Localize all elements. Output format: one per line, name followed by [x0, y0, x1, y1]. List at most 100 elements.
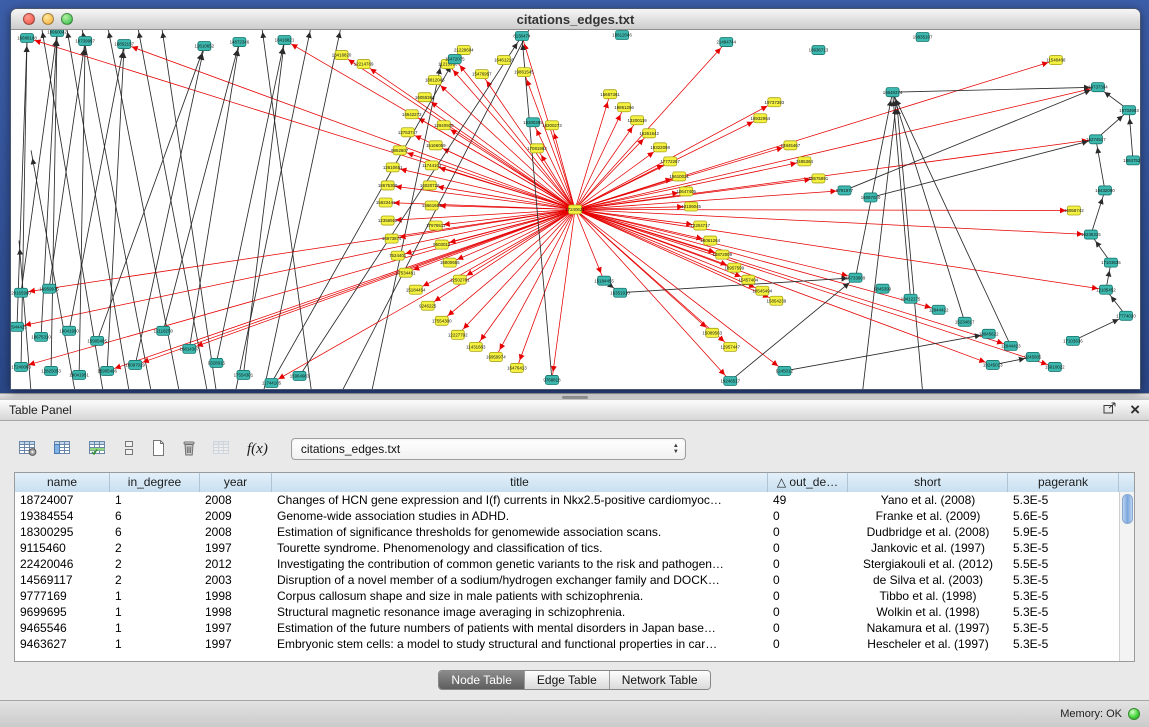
graph-node[interactable]: 9845399	[874, 284, 892, 293]
graph-node[interactable]: 16959974	[486, 352, 506, 361]
graph-node[interactable]: 15905406	[97, 366, 117, 375]
table-row[interactable]: 969969511998Structural magnetic resonanc…	[15, 604, 1119, 620]
vertical-scrollbar[interactable]	[1119, 492, 1134, 661]
graph-node[interactable]: 15089563	[702, 328, 722, 337]
graph-node[interactable]: 17554300	[432, 316, 452, 325]
graph-node[interactable]: 16097030	[861, 193, 881, 202]
graph-node[interactable]: 11744103	[422, 161, 442, 170]
graph-node[interactable]: 18300273	[542, 121, 562, 130]
graph-node[interactable]: 16097029	[125, 360, 145, 369]
graph-node[interactable]: 7524401	[389, 251, 407, 260]
graph-node[interactable]: 18957599	[724, 263, 744, 272]
graph-node[interactable]: 16733609	[846, 273, 866, 282]
graph-node[interactable]: 9862607	[391, 146, 409, 155]
graph-node[interactable]: 16814307	[180, 344, 200, 353]
graph-node[interactable]: 11431683	[466, 342, 486, 351]
create-table-button[interactable]	[146, 437, 170, 462]
graph-node[interactable]: 9246225	[419, 301, 437, 310]
graph-node[interactable]: 15687361	[600, 90, 620, 99]
graph-node[interactable]: 16686108	[17, 34, 37, 43]
graph-node[interactable]: 19861545	[514, 68, 534, 77]
graph-node[interactable]: 16055361	[415, 93, 435, 102]
graph-node[interactable]: 16020726	[420, 181, 440, 190]
graph-node[interactable]: 14845467	[781, 141, 801, 150]
graph-node[interactable]: 12358912	[378, 216, 398, 225]
graph-node[interactable]: 14661663	[422, 201, 442, 210]
graph-node[interactable]: 10739997	[75, 37, 95, 46]
graph-node[interactable]: 18322098	[650, 143, 670, 152]
graph-node[interactable]: 16476413	[507, 363, 527, 372]
graph-node[interactable]: 19734903	[1119, 106, 1139, 115]
column-header-pagerank[interactable]: pagerank	[1008, 473, 1119, 492]
tab-node-table[interactable]: Node Table	[439, 671, 524, 689]
graph-node[interactable]: 17534481	[396, 268, 416, 277]
graph-node[interactable]: 17103635	[1101, 258, 1121, 267]
graph-node[interactable]: 16973874	[382, 234, 402, 243]
graph-node[interactable]: 12214789	[354, 60, 374, 69]
graph-node[interactable]: 19960042	[47, 30, 67, 37]
column-header-short[interactable]: short	[848, 473, 1008, 492]
column-header-name[interactable]: name	[15, 473, 110, 492]
graph-node[interactable]: 18416821	[275, 36, 295, 45]
graph-node[interactable]: 14872346	[230, 38, 250, 47]
graph-node[interactable]: 12610651	[383, 163, 403, 172]
graph-node[interactable]: 17554301	[234, 370, 254, 379]
graph-node[interactable]: 19737394	[1088, 83, 1108, 92]
minimize-window-button[interactable]	[42, 13, 54, 25]
graph-node[interactable]: 19861256	[614, 103, 634, 112]
column-header-in-degree[interactable]: in_degree	[110, 473, 200, 492]
panel-splitter[interactable]	[0, 393, 1149, 400]
graph-node[interactable]: 16236315	[1081, 230, 1101, 239]
float-panel-icon[interactable]	[1103, 401, 1117, 419]
graph-node[interactable]: 19245013	[983, 360, 1003, 369]
graph-node[interactable]: 15964983	[290, 371, 310, 380]
graph-node[interactable]: 12944425	[11, 322, 27, 331]
graph-node[interactable]: 19246517	[720, 376, 740, 385]
select-rows-button[interactable]	[84, 437, 112, 462]
close-panel-icon[interactable]: ×	[1130, 403, 1140, 417]
graph-node[interactable]: 15472075	[445, 55, 465, 64]
table-row[interactable]: 911546021997Tourette syndrome. Phenomeno…	[15, 540, 1119, 556]
graph-node[interactable]: 18852197	[114, 40, 134, 49]
graph-node[interactable]: 15184454	[406, 285, 426, 294]
graph-node[interactable]: 18545494	[753, 286, 773, 295]
graph-node[interactable]: 15800655	[440, 258, 460, 267]
graph-node[interactable]: 19737393	[765, 98, 785, 107]
graph-node[interactable]: 21229604	[454, 46, 474, 55]
graph-node[interactable]: 19041951	[69, 370, 89, 379]
graph-node[interactable]: 12105452	[1096, 285, 1116, 294]
graph-node[interactable]: 19935107	[913, 33, 933, 42]
graph-node[interactable]: 17103636	[1063, 336, 1083, 345]
table-row[interactable]: 1830029562008Estimation of significance …	[15, 524, 1119, 540]
graph-node[interactable]: 16061264	[700, 236, 720, 245]
window-titlebar[interactable]: citations_edges.txt	[11, 9, 1140, 30]
graph-node[interactable]: 12940920	[434, 121, 454, 130]
graph-node[interactable]: 8791977	[836, 186, 854, 195]
graph-node[interactable]: 17240063	[11, 362, 31, 371]
graph-node[interactable]: 12957447	[720, 342, 740, 351]
graph-node[interactable]: 16432090	[1095, 186, 1115, 195]
graph-node[interactable]: 18575891	[809, 174, 829, 183]
graph-node[interactable]: 12944423	[1001, 341, 1021, 350]
graph-node[interactable]: 13200119	[627, 116, 647, 125]
scrollbar-thumb[interactable]	[1122, 494, 1133, 524]
column-header-out-degree[interactable]: △ out_de…	[768, 473, 848, 492]
graph-node[interactable]: 12825053	[41, 366, 61, 375]
graph-node[interactable]: 15905405	[87, 336, 107, 345]
column-header-year[interactable]: year	[200, 473, 272, 492]
tab-network-table[interactable]: Network Table	[609, 671, 710, 689]
graph-node[interactable]: 16261642	[639, 129, 659, 138]
graph-node[interactable]: 16936713	[809, 46, 829, 55]
table-settings-button[interactable]	[14, 437, 42, 462]
graph-node[interactable]: 15184455	[594, 276, 614, 285]
table-row[interactable]: 946362711997Embryonic stem cells: a mode…	[15, 636, 1119, 652]
graph-node[interactable]: 18675309	[378, 181, 398, 190]
graph-node[interactable]: 15610021	[669, 172, 689, 181]
graph-node[interactable]: 12118250	[154, 326, 174, 335]
table-row[interactable]: 1938455462009Genome-wide association stu…	[15, 508, 1119, 524]
table-row[interactable]: 2242004622012Investigating the contribut…	[15, 556, 1119, 572]
graph-node[interactable]: 16351910	[610, 288, 630, 297]
graph-node[interactable]: 18847524	[1123, 156, 1140, 165]
delete-table-button[interactable]	[177, 437, 201, 462]
graph-node[interactable]: 21494744	[716, 38, 736, 47]
